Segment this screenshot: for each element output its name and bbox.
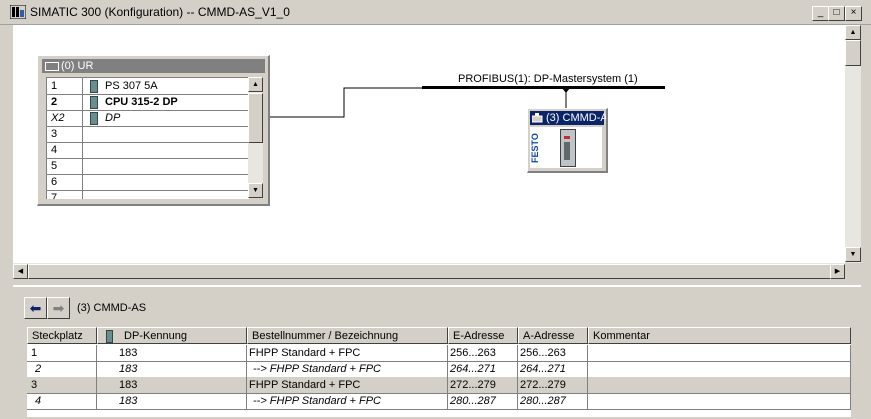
rack-title: (0) UR <box>61 60 94 72</box>
cell-a-adresse: 280...287 <box>518 393 588 409</box>
module-icon <box>106 330 113 343</box>
rack-module-name: PS 307 5A <box>105 80 158 92</box>
rack-title-bar[interactable]: (0) UR <box>42 59 265 73</box>
cell-e-adresse: 256...263 <box>448 345 518 361</box>
window-title: SIMATIC 300 (Konfiguration) -- CMMD-AS_V… <box>30 5 290 19</box>
column-header-e-adresse[interactable]: E-Adresse <box>448 327 518 344</box>
rack-slot-number: 6 <box>47 174 83 190</box>
rack-slot-table: 1 PS 307 5A 2 CPU 315-2 DP X2 DP 3 4 5 6… <box>46 77 249 199</box>
cell-kommentar <box>588 361 851 377</box>
scroll-thumb[interactable] <box>248 93 263 143</box>
cell-steckplatz: 3 <box>27 377 97 393</box>
rack-row[interactable]: 1 PS 307 5A <box>47 78 249 95</box>
close-button[interactable]: × <box>845 6 862 21</box>
cell-kommentar <box>588 393 851 409</box>
drive-device-icon <box>560 129 576 167</box>
rack-row[interactable]: 4 <box>47 142 249 159</box>
scroll-down-icon[interactable]: ▼ <box>248 183 263 198</box>
column-header-kommentar[interactable]: Kommentar <box>588 327 851 344</box>
festo-logo: FESTO <box>530 133 540 163</box>
table-row[interactable]: 3 183 FHPP Standard + FPC 272...279 272.… <box>27 377 851 394</box>
cell-bezeichnung: FHPP Standard + FPC <box>247 377 448 393</box>
rack-row[interactable]: 7 <box>47 190 249 199</box>
module-icon <box>90 80 98 93</box>
table-row[interactable]: 1 183 FHPP Standard + FPC 256...263 256.… <box>27 345 851 362</box>
slave-title-bar[interactable]: (3) CMMD-A <box>530 111 606 125</box>
cell-a-adresse: 256...263 <box>518 345 588 361</box>
cell-dp-kennung: 183 <box>97 345 247 361</box>
rack-module-name: DP <box>105 112 121 124</box>
cell-a-adresse: 272...279 <box>518 377 588 393</box>
dp-slave-cmmd[interactable]: (3) CMMD-A FESTO <box>527 108 608 173</box>
rack-row[interactable]: X2 DP <box>47 110 249 127</box>
rack-slot-number: 7 <box>47 190 83 199</box>
module-icon <box>90 112 98 125</box>
cell-bezeichnung: --> FHPP Standard + FPC <box>247 361 448 377</box>
rack-row[interactable]: 3 <box>47 126 249 143</box>
rack-row[interactable]: 6 <box>47 174 249 191</box>
rack-row[interactable]: 2 CPU 315-2 DP <box>47 94 249 111</box>
cell-steckplatz: 1 <box>27 345 97 361</box>
column-header-dp-kennung[interactable]: DP-Kennung <box>97 327 247 344</box>
rack-module-name: CPU 315-2 DP <box>105 96 178 108</box>
rack-slot-number: X2 <box>47 110 83 126</box>
cell-bezeichnung: --> FHPP Standard + FPC <box>247 393 448 409</box>
cell-kommentar <box>588 345 851 361</box>
scroll-thumb[interactable] <box>845 40 861 66</box>
table-row[interactable]: 2 183 --> FHPP Standard + FPC 264...271 … <box>27 361 851 378</box>
scroll-up-icon[interactable]: ▲ <box>248 77 263 92</box>
rack-slot-number: 5 <box>47 158 83 174</box>
canvas-horizontal-scrollbar[interactable]: ◀ ▶ <box>13 263 845 279</box>
detail-table[interactable]: Steckplatz DP-Kennung Bestellnummer / Be… <box>27 327 851 417</box>
cell-kommentar <box>588 377 851 393</box>
column-header-steckplatz[interactable]: Steckplatz <box>27 327 97 344</box>
rack-ur[interactable]: (0) UR 1 PS 307 5A 2 CPU 315-2 DP X2 DP … <box>37 55 270 206</box>
rack-slot-number: 3 <box>47 126 83 142</box>
column-header-bestellnummer[interactable]: Bestellnummer / Bezeichnung <box>247 327 448 344</box>
detail-title: (3) CMMD-AS <box>77 302 147 314</box>
cell-dp-kennung: 183 <box>97 361 247 377</box>
forward-arrow-icon[interactable]: ➡ <box>47 297 70 319</box>
scroll-thumb[interactable] <box>28 264 831 279</box>
cell-a-adresse: 264...271 <box>518 361 588 377</box>
minimize-button[interactable]: _ <box>812 6 829 21</box>
column-header-a-adresse[interactable]: A-Adresse <box>518 327 588 344</box>
back-arrow-icon[interactable]: ⬅ <box>24 297 47 319</box>
cell-dp-kennung: 183 <box>97 377 247 393</box>
navigation-buttons: ⬅ ➡ <box>24 297 70 319</box>
cell-steckplatz: 4 <box>27 393 97 409</box>
rack-row[interactable]: 5 <box>47 158 249 175</box>
rack-scrollbar[interactable]: ▲ ▼ <box>248 77 263 198</box>
cell-dp-kennung: 183 <box>97 393 247 409</box>
profibus-line[interactable] <box>422 86 665 89</box>
scroll-up-icon[interactable]: ▲ <box>845 25 861 40</box>
column-header-label: DP-Kennung <box>124 330 187 342</box>
module-icon <box>90 96 98 109</box>
rack-slot-number: 4 <box>47 142 83 158</box>
cell-e-adresse: 280...287 <box>448 393 518 409</box>
maximize-button[interactable]: □ <box>828 6 845 21</box>
slave-body: FESTO <box>530 127 602 168</box>
slave-title: (3) CMMD-A <box>546 112 608 124</box>
app-icon <box>10 5 26 19</box>
slave-icon <box>532 113 543 123</box>
title-bar[interactable]: SIMATIC 300 (Konfiguration) -- CMMD-AS_V… <box>0 0 871 25</box>
scroll-down-icon[interactable]: ▼ <box>845 247 861 262</box>
rack-slot-number: 2 <box>47 94 83 110</box>
rack-slot-number: 1 <box>47 78 83 94</box>
cell-e-adresse: 264...271 <box>448 361 518 377</box>
scroll-right-icon[interactable]: ▶ <box>830 264 845 279</box>
canvas-vertical-scrollbar[interactable]: ▲ ▼ <box>845 25 861 263</box>
profibus-label: PROFIBUS(1): DP-Mastersystem (1) <box>458 73 638 85</box>
cell-e-adresse: 272...279 <box>448 377 518 393</box>
scroll-left-icon[interactable]: ◀ <box>13 264 28 279</box>
rack-icon <box>45 62 59 71</box>
table-row[interactable]: 4 183 --> FHPP Standard + FPC 280...287 … <box>27 393 851 410</box>
cell-bezeichnung: FHPP Standard + FPC <box>247 345 448 361</box>
cell-steckplatz: 2 <box>27 361 97 377</box>
